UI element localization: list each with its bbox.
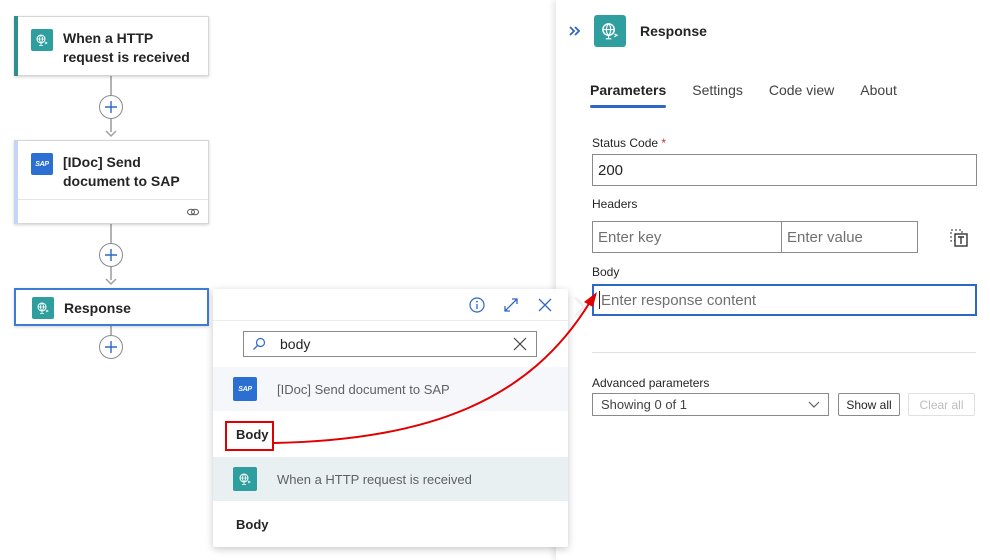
switch-to-text-mode-icon[interactable] bbox=[949, 228, 969, 248]
info-icon bbox=[469, 296, 485, 313]
panel-tabs: Parameters Settings Code view About bbox=[590, 72, 990, 108]
close-icon bbox=[538, 298, 552, 311]
add-step-button[interactable] bbox=[99, 243, 123, 267]
details-panel: Response Parameters Settings Code view A… bbox=[556, 0, 990, 560]
headers-label: Headers bbox=[592, 197, 638, 211]
header-key-field[interactable] bbox=[592, 221, 782, 253]
action-card-response[interactable]: Response bbox=[14, 288, 209, 326]
panel-title: Response bbox=[640, 23, 707, 39]
plus-icon bbox=[105, 249, 117, 261]
show-all-button[interactable]: Show all bbox=[838, 393, 900, 416]
tab-code-view[interactable]: Code view bbox=[769, 72, 834, 108]
response-icon bbox=[594, 15, 626, 47]
sap-icon: SAP bbox=[31, 153, 53, 175]
header-value-field[interactable] bbox=[781, 221, 918, 253]
card-accent bbox=[14, 16, 18, 76]
clear-all-button[interactable]: Clear all bbox=[908, 393, 975, 416]
select-value: Showing 0 of 1 bbox=[601, 397, 688, 412]
header-value-input[interactable] bbox=[787, 228, 917, 246]
plus-icon bbox=[105, 101, 117, 113]
connector-arrow-icon bbox=[105, 130, 117, 138]
popup-header bbox=[213, 289, 568, 321]
advanced-parameters-select[interactable]: Showing 0 of 1 bbox=[592, 393, 829, 416]
link-icon[interactable] bbox=[186, 207, 200, 217]
search-input[interactable] bbox=[280, 336, 512, 352]
required-mark: * bbox=[661, 136, 667, 150]
group-source-label: [IDoc] Send document to SAP bbox=[277, 381, 450, 397]
search-icon bbox=[253, 337, 266, 350]
chevron-down-icon bbox=[808, 401, 820, 408]
token-body-http[interactable]: Body bbox=[213, 501, 568, 547]
plus-icon bbox=[105, 341, 117, 353]
status-code-label: Status Code * bbox=[592, 136, 667, 150]
card-footer bbox=[15, 199, 208, 223]
advanced-parameters-label: Advanced parameters bbox=[592, 376, 710, 390]
token-group-header-sap[interactable]: SAP [IDoc] Send document to SAP bbox=[213, 367, 568, 411]
body-input[interactable] bbox=[601, 291, 975, 309]
header-key-input[interactable] bbox=[598, 228, 781, 246]
info-button[interactable] bbox=[468, 296, 486, 314]
close-button[interactable] bbox=[536, 296, 554, 314]
tab-settings[interactable]: Settings bbox=[692, 72, 743, 108]
card-title: Response bbox=[64, 299, 131, 316]
annotation-highlight-box bbox=[225, 421, 274, 451]
trigger-card-http-request[interactable]: When a HTTP request is received bbox=[14, 16, 209, 76]
collapse-panel-icon[interactable] bbox=[568, 24, 582, 38]
sap-icon: SAP bbox=[233, 377, 257, 401]
http-request-icon bbox=[233, 467, 257, 491]
divider bbox=[592, 352, 976, 353]
add-step-button[interactable] bbox=[99, 95, 123, 119]
body-field[interactable] bbox=[592, 284, 977, 316]
tab-parameters[interactable]: Parameters bbox=[590, 72, 667, 108]
status-code-field[interactable] bbox=[592, 154, 977, 186]
connector-arrow-icon bbox=[105, 278, 117, 286]
expand-icon bbox=[504, 297, 518, 312]
card-title: [IDoc] Send document to SAP bbox=[63, 154, 180, 189]
response-icon bbox=[32, 297, 54, 319]
body-label: Body bbox=[592, 265, 620, 279]
dynamic-content-popup: SAP [IDoc] Send document to SAP Body Whe… bbox=[213, 289, 568, 547]
card-title: When a HTTP request is received bbox=[63, 30, 190, 65]
text-caret bbox=[599, 291, 600, 309]
status-code-input[interactable] bbox=[598, 161, 976, 179]
action-card-sap[interactable]: SAP [IDoc] Send document to SAP bbox=[14, 140, 209, 224]
group-source-label: When a HTTP request is received bbox=[277, 471, 472, 487]
token-group-header-http[interactable]: When a HTTP request is received bbox=[213, 457, 568, 501]
http-request-icon bbox=[31, 29, 53, 51]
expand-button[interactable] bbox=[502, 296, 520, 314]
clear-search-icon[interactable] bbox=[512, 336, 528, 352]
add-step-button[interactable] bbox=[99, 335, 123, 359]
search-field[interactable] bbox=[243, 331, 537, 357]
card-accent bbox=[14, 140, 18, 224]
tab-about[interactable]: About bbox=[860, 72, 897, 108]
